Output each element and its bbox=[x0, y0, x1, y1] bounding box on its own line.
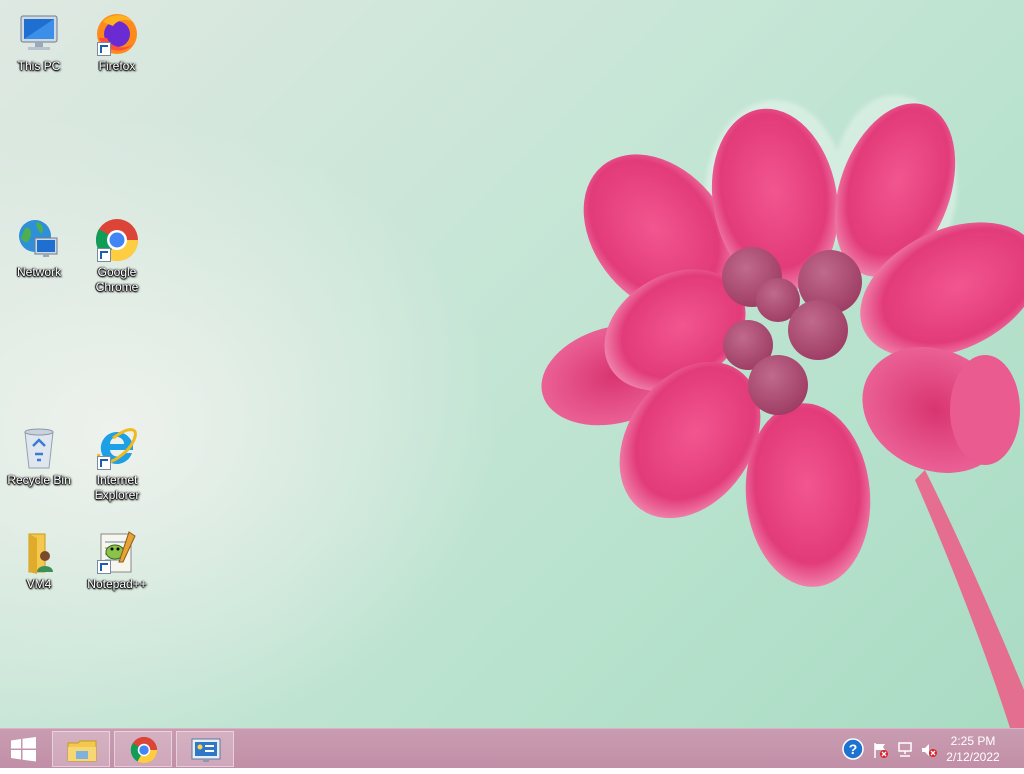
desktop-icon-label: Firefox bbox=[98, 59, 136, 73]
clock-time: 2:25 PM bbox=[950, 734, 996, 748]
desktop-icon-label: Internet Explorer bbox=[94, 473, 140, 502]
network-icon[interactable] bbox=[896, 741, 914, 759]
clock-date: 2/12/2022 bbox=[946, 750, 1000, 764]
desktop-icon-vm4[interactable]: VM4 bbox=[0, 528, 78, 592]
desktop-icon-label: This PC bbox=[17, 59, 61, 73]
taskbar-file-explorer[interactable] bbox=[52, 731, 110, 767]
taskbar: ? 2:25 PM 2/12/2022 bbox=[0, 728, 1024, 768]
windows-logo-icon bbox=[11, 737, 36, 762]
desktop-icon-network[interactable]: Network bbox=[0, 216, 78, 280]
desktop-icon-google-chrome[interactable]: Google Chrome bbox=[78, 216, 156, 295]
control-panel-icon bbox=[191, 738, 221, 762]
svg-text:?: ? bbox=[849, 741, 858, 757]
desktop-icon-label: Network bbox=[16, 265, 61, 279]
folder-icon bbox=[67, 740, 97, 762]
taskbar-control-panel[interactable] bbox=[176, 731, 234, 767]
desktop-icon-notepad-plus-plus[interactable]: Notepad++ bbox=[78, 528, 156, 592]
taskbar-chrome[interactable] bbox=[114, 731, 172, 767]
desktop-icon-internet-explorer[interactable]: Internet Explorer bbox=[78, 424, 156, 503]
desktop-icon-label: Notepad++ bbox=[87, 577, 147, 591]
shortcut-arrow-icon bbox=[97, 456, 111, 470]
desktop-icon-label: Google Chrome bbox=[95, 265, 139, 294]
action-center-flag-icon[interactable] bbox=[872, 741, 890, 759]
desktop-icon-recycle-bin[interactable]: Recycle Bin bbox=[0, 424, 78, 488]
desktop-icon-label: VM4 bbox=[26, 577, 52, 591]
recycle-bin-icon bbox=[24, 428, 54, 469]
network-globe-icon bbox=[19, 220, 58, 257]
taskbar-clock[interactable]: 2:25 PM 2/12/2022 bbox=[938, 733, 1008, 765]
chrome-icon bbox=[130, 736, 158, 764]
shortcut-arrow-icon bbox=[97, 560, 111, 574]
shortcut-arrow-icon bbox=[97, 248, 111, 262]
desktop[interactable]: This PC Firefox Network Google Chrome Re… bbox=[0, 0, 1024, 728]
wallpaper-flower bbox=[541, 95, 1024, 728]
help-icon[interactable]: ? bbox=[842, 738, 864, 760]
shortcut-arrow-icon bbox=[97, 42, 111, 56]
user-folder-icon bbox=[28, 533, 53, 574]
volume-muted-icon[interactable] bbox=[920, 741, 938, 759]
desktop-icon-firefox[interactable]: Firefox bbox=[78, 10, 156, 74]
computer-icon bbox=[20, 15, 58, 50]
system-tray: ? bbox=[840, 729, 950, 769]
start-button[interactable] bbox=[0, 729, 48, 769]
desktop-icon-label: Recycle Bin bbox=[7, 473, 71, 487]
desktop-icon-this-pc[interactable]: This PC bbox=[0, 10, 78, 74]
